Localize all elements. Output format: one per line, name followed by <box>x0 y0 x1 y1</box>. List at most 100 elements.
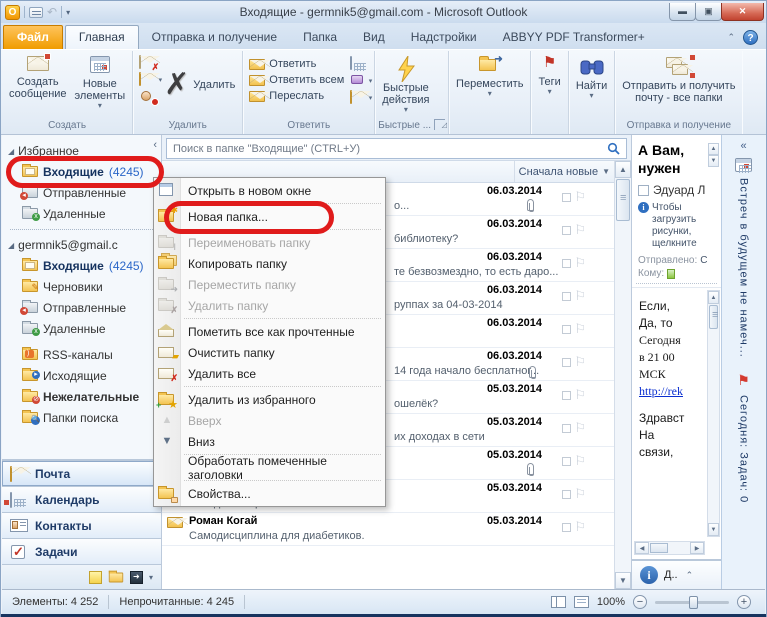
scroll-thumb[interactable] <box>709 305 718 329</box>
menu-cleanup-folder[interactable]: ▰ Очистить папку <box>154 342 385 363</box>
find-button[interactable]: Найти ▾ <box>572 53 611 119</box>
undo-icon[interactable]: ↶ <box>47 6 57 18</box>
menu-open-in-new-window[interactable]: Открыть в новом окне <box>154 180 385 201</box>
scroll-thumb[interactable] <box>650 543 668 553</box>
category-icon[interactable] <box>562 522 572 532</box>
category-icon[interactable] <box>562 192 572 202</box>
scroll-up-icon[interactable]: ▲ <box>708 291 719 304</box>
expand-triangle-icon[interactable]: ◢ <box>8 147 14 156</box>
scroll-down-icon[interactable]: ▼ <box>615 572 631 589</box>
category-icon[interactable] <box>562 423 572 433</box>
forward-button[interactable]: Переслать <box>246 89 347 103</box>
tab-abbyy[interactable]: ABBYY PDF Transformer+ <box>490 26 658 49</box>
configure-buttons-arrow-icon[interactable]: ▾ <box>149 573 153 582</box>
folder-junk[interactable]: ⊘ Нежелательные <box>8 386 161 407</box>
folder-inbox[interactable]: Входящие (4245) <box>8 255 161 276</box>
favorites-header[interactable]: ◢ Избранное <box>8 141 161 161</box>
folder-sent-favorite[interactable]: ◂ Отправленные <box>8 182 161 203</box>
category-icon[interactable] <box>562 324 572 334</box>
ignore-icon[interactable]: ✗ <box>139 55 159 72</box>
category-icon[interactable] <box>562 456 572 466</box>
flag-icon[interactable]: ⚐ <box>574 454 586 467</box>
dialog-launcher-icon[interactable] <box>434 119 447 133</box>
new-message-button[interactable]: Создать сообщение <box>5 53 71 119</box>
menu-move-up[interactable]: ▲ Вверх <box>154 410 385 431</box>
tab-folder[interactable]: Папка <box>290 26 350 49</box>
expand-triangle-icon[interactable]: ◢ <box>8 241 14 250</box>
minimize-button[interactable]: ▬ <box>669 3 696 21</box>
tab-addins[interactable]: Надстройки <box>398 26 490 49</box>
search-icon[interactable] <box>607 142 620 155</box>
zoom-out-icon[interactable]: − <box>633 595 647 609</box>
block-sender-icon[interactable] <box>139 90 160 106</box>
im-reply-icon[interactable]: ▾ <box>350 74 372 88</box>
menu-new-folder[interactable]: ✱ Новая папка... <box>154 206 385 227</box>
folder-list-icon[interactable] <box>108 570 124 582</box>
tab-file[interactable]: Файл <box>3 25 63 49</box>
folder-deleted-favorite[interactable]: x Удаленные <box>8 203 161 224</box>
folder-sent[interactable]: ◂ Отправленные <box>8 297 161 318</box>
scroll-up-icon[interactable]: ▲ <box>708 143 719 155</box>
category-icon[interactable] <box>562 225 572 235</box>
expand-todo-icon[interactable]: « <box>740 140 746 152</box>
message-row[interactable]: Роман Когай 05.03.2014 Самодисциплина дл… <box>162 513 614 546</box>
more-respond-icon[interactable]: ▾ <box>350 90 372 105</box>
menu-copy-folder[interactable]: Копировать папку <box>154 253 385 274</box>
nav-calendar-button[interactable]: Календарь <box>2 487 161 513</box>
category-icon[interactable] <box>562 357 572 367</box>
collapse-pane-icon[interactable]: ‹ <box>153 139 157 151</box>
new-items-button[interactable]: Новые элементы ▾ <box>71 53 130 119</box>
menu-rename-folder[interactable]: I Переименовать папку <box>154 232 385 253</box>
appointments-label[interactable]: Встреч в будущем не намеч... <box>738 178 750 358</box>
scroll-down-icon[interactable]: ▼ <box>708 523 719 536</box>
flag-icon[interactable]: ⚐ <box>574 322 586 335</box>
menu-remove-from-favorites[interactable]: ★ + Удалить из избранного <box>154 389 385 411</box>
sort-order-button[interactable]: Сначала новые ▼ <box>513 161 614 182</box>
tasks-label[interactable]: Сегодня: Задач: 0 <box>738 395 750 503</box>
chevron-up-icon[interactable]: ⌃ <box>686 570 694 581</box>
notes-icon[interactable] <box>88 570 102 584</box>
folder-search[interactable]: 🔍 Папки поиска <box>8 407 161 428</box>
folder-drafts[interactable]: ✎ Черновики <box>8 276 161 297</box>
flag-icon[interactable]: ⚐ <box>574 355 586 368</box>
people-pane[interactable]: i Д.. ⌃ <box>632 559 721 589</box>
reply-all-button[interactable]: Ответить всем <box>246 73 347 87</box>
zoom-slider[interactable] <box>655 595 729 609</box>
flag-icon[interactable]: ⚐ <box>574 487 586 500</box>
search-input[interactable]: Поиск в папке "Входящие" (CTRL+У) <box>166 138 627 159</box>
scroll-right-icon[interactable]: ▶ <box>690 542 704 554</box>
flag-icon[interactable]: ⚐ <box>574 520 586 533</box>
category-icon[interactable] <box>562 258 572 268</box>
move-button[interactable]: ➜ Переместить ▾ <box>452 53 527 119</box>
nav-tasks-button[interactable]: ✓ Задачи <box>2 539 161 565</box>
flag-icon[interactable]: ⚐ <box>574 256 586 269</box>
sender-checkbox[interactable] <box>638 184 649 196</box>
junk-icon[interactable]: ▾ <box>139 72 162 87</box>
nav-contacts-button[interactable]: Контакты <box>2 513 161 539</box>
scroll-left-icon[interactable]: ◀ <box>635 542 649 554</box>
maximize-button[interactable]: ▣ <box>695 3 722 21</box>
tab-send-receive[interactable]: Отправка и получение <box>139 26 290 49</box>
menu-move-folder[interactable]: ➜ Переместить папку <box>154 274 385 295</box>
reading-view-icon[interactable] <box>573 596 589 608</box>
zoom-in-icon[interactable]: + <box>737 595 751 609</box>
zoom-slider-thumb[interactable] <box>689 595 699 609</box>
scroll-down-icon[interactable]: ▼ <box>708 155 719 167</box>
flag-icon[interactable]: ⚐ <box>574 289 586 302</box>
folder-inbox-favorite[interactable]: Входящие (4245) <box>8 161 161 182</box>
quick-steps-button[interactable]: Быстрые действия ▾ <box>378 53 433 119</box>
customize-qat-arrow-icon[interactable]: ▾ <box>66 8 70 17</box>
folder-deleted[interactable]: x Удаленные <box>8 318 161 339</box>
list-scrollbar[interactable]: ▲ ▼ <box>614 161 631 589</box>
folder-outbox[interactable]: ▸ Исходящие <box>8 365 161 386</box>
flag-icon[interactable]: ⚐ <box>574 388 586 401</box>
help-icon[interactable]: ? <box>743 30 758 45</box>
delete-button[interactable]: ✗ Удалить <box>160 53 239 113</box>
send-receive-all-button[interactable]: Отправить и получить почту - все папки <box>618 53 739 119</box>
normal-view-icon[interactable] <box>550 596 566 608</box>
scroll-thumb[interactable] <box>616 179 630 221</box>
menu-properties[interactable]: Свойства... <box>154 483 385 504</box>
flag-icon[interactable]: ⚐ <box>574 190 586 203</box>
meeting-icon[interactable] <box>350 56 368 71</box>
reply-button[interactable]: Ответить <box>246 57 347 71</box>
